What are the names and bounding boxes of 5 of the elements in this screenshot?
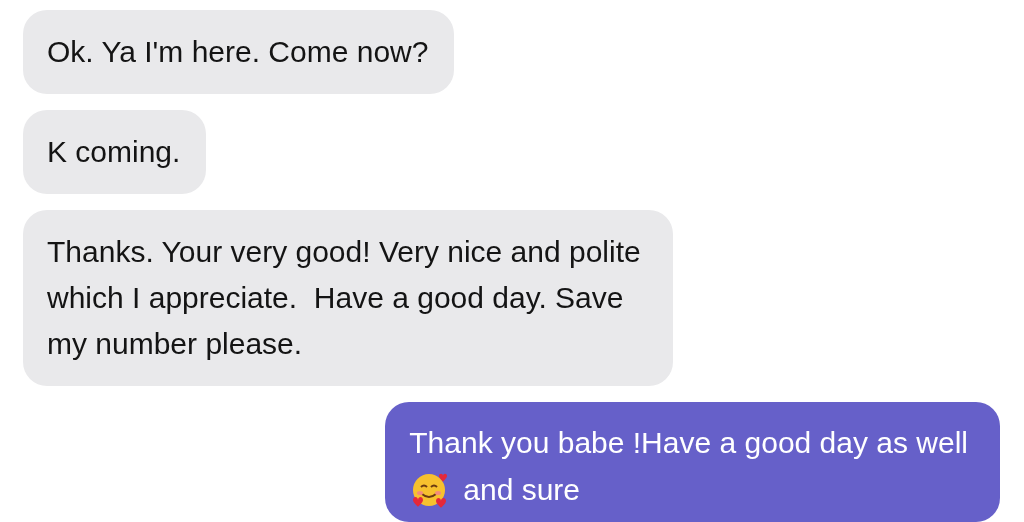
message-text: K coming. (47, 134, 181, 170)
message-text: and sure (463, 472, 581, 508)
message-text: Thanks. Your very good! Very nice and polite which I appreciate. Have a good day. Save my number please. (47, 234, 642, 362)
message-text: Ok. Ya I'm here. Come now? (47, 34, 429, 70)
message-text: Thank you babe !Have a good day as well (409, 425, 968, 461)
